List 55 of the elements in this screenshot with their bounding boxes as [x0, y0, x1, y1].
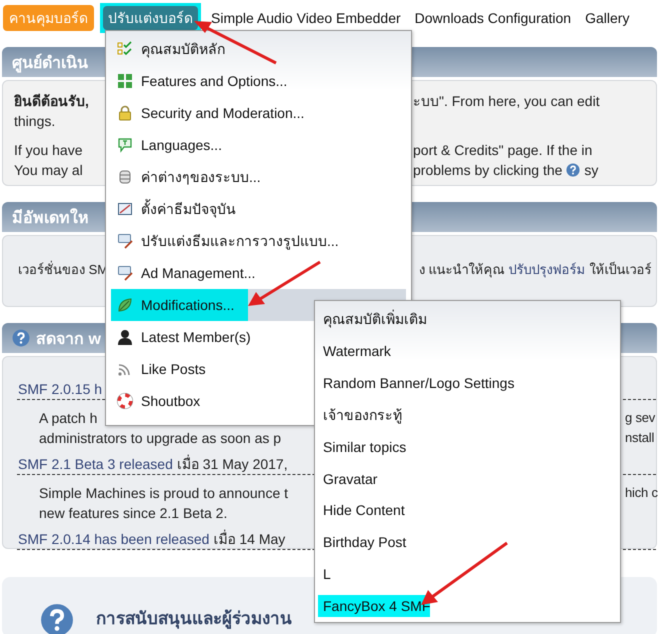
nav-tab[interactable]: Gallery	[581, 8, 634, 28]
text: เมื่อ 14 May	[213, 529, 286, 549]
monitor-brush-icon	[117, 265, 133, 281]
text: things.	[14, 112, 56, 131]
speech-bubble-icon	[117, 137, 133, 153]
menu-item[interactable]: Watermark	[318, 340, 396, 362]
menu-item[interactable]: Ad Management...	[111, 257, 406, 289]
menu-item[interactable]: L	[318, 563, 336, 586]
text: ะบบ". From here, you can edit	[413, 92, 600, 111]
lifebuoy-icon	[117, 393, 133, 409]
text: Simple Machines is proud to announce t	[39, 484, 288, 503]
text: ให้เป็นเวอร์	[590, 260, 652, 279]
text: port & Credits" page. If the in	[413, 141, 592, 160]
text: If you have	[14, 141, 82, 160]
help-icon	[12, 329, 30, 347]
leaf-icon	[117, 297, 133, 313]
nav-tab[interactable]: Simple Audio Video Embedder	[207, 8, 405, 28]
text: new features since 2.1 Beta 2.	[39, 504, 228, 523]
text: nstall	[625, 429, 654, 447]
link[interactable]: ปรับปรุงฟอร์ม	[508, 260, 586, 280]
menu-item[interactable]: Birthday Post	[318, 531, 412, 554]
link[interactable]: SMF 2.1 Beta 3 released	[18, 454, 173, 474]
padlock-icon	[117, 105, 133, 121]
menu-item[interactable]: Security and Moderation...	[111, 97, 406, 129]
panel-title: การสนับสนุนและผู้ร่วมงาน	[96, 608, 292, 631]
menu-item[interactable]: ค่าต่างๆของระบบ...	[111, 161, 406, 193]
grid-icon	[117, 73, 133, 89]
link[interactable]: SMF 2.0.15 h	[18, 379, 102, 399]
text: problems by clicking the	[413, 161, 562, 180]
menu-item[interactable]: Similar topics	[318, 436, 412, 458]
text: administrators to upgrade as soon as p	[39, 429, 282, 448]
welcome-text: ยินดีต้อนรับ,	[14, 92, 89, 111]
text: ง แนะนำให้คุณ	[419, 261, 505, 280]
text: sy	[584, 161, 598, 180]
text: You may al	[14, 161, 83, 180]
nav-tab[interactable]: ปรับแต่งบอร์ด	[100, 3, 201, 33]
menu-item[interactable]: Gravatar	[318, 468, 382, 490]
link[interactable]: SMF 2.0.14 has been released	[18, 529, 210, 549]
help-icon	[566, 163, 580, 177]
database-icon	[117, 169, 133, 185]
menu-item[interactable]: เจ้าของกระทู้	[318, 404, 407, 426]
person-icon	[117, 329, 133, 345]
nav-tab[interactable]: Downloads Configuration	[410, 8, 576, 28]
text: hich c	[625, 484, 658, 502]
text: A patch h	[39, 409, 98, 428]
help-icon	[40, 603, 74, 634]
menu-item[interactable]: Random Banner/Logo Settings	[318, 372, 520, 394]
text: g sev	[625, 409, 656, 427]
menu-item[interactable]: Hide Content	[318, 500, 410, 522]
checklist-icon	[117, 41, 133, 57]
picture-frame-icon	[117, 201, 133, 217]
menu-item[interactable]: Languages...	[111, 129, 406, 161]
monitor-brush-icon	[117, 233, 133, 249]
panel-title: สดจาก w	[36, 330, 101, 350]
text: เมื่อ 31 May 2017,	[176, 454, 288, 474]
